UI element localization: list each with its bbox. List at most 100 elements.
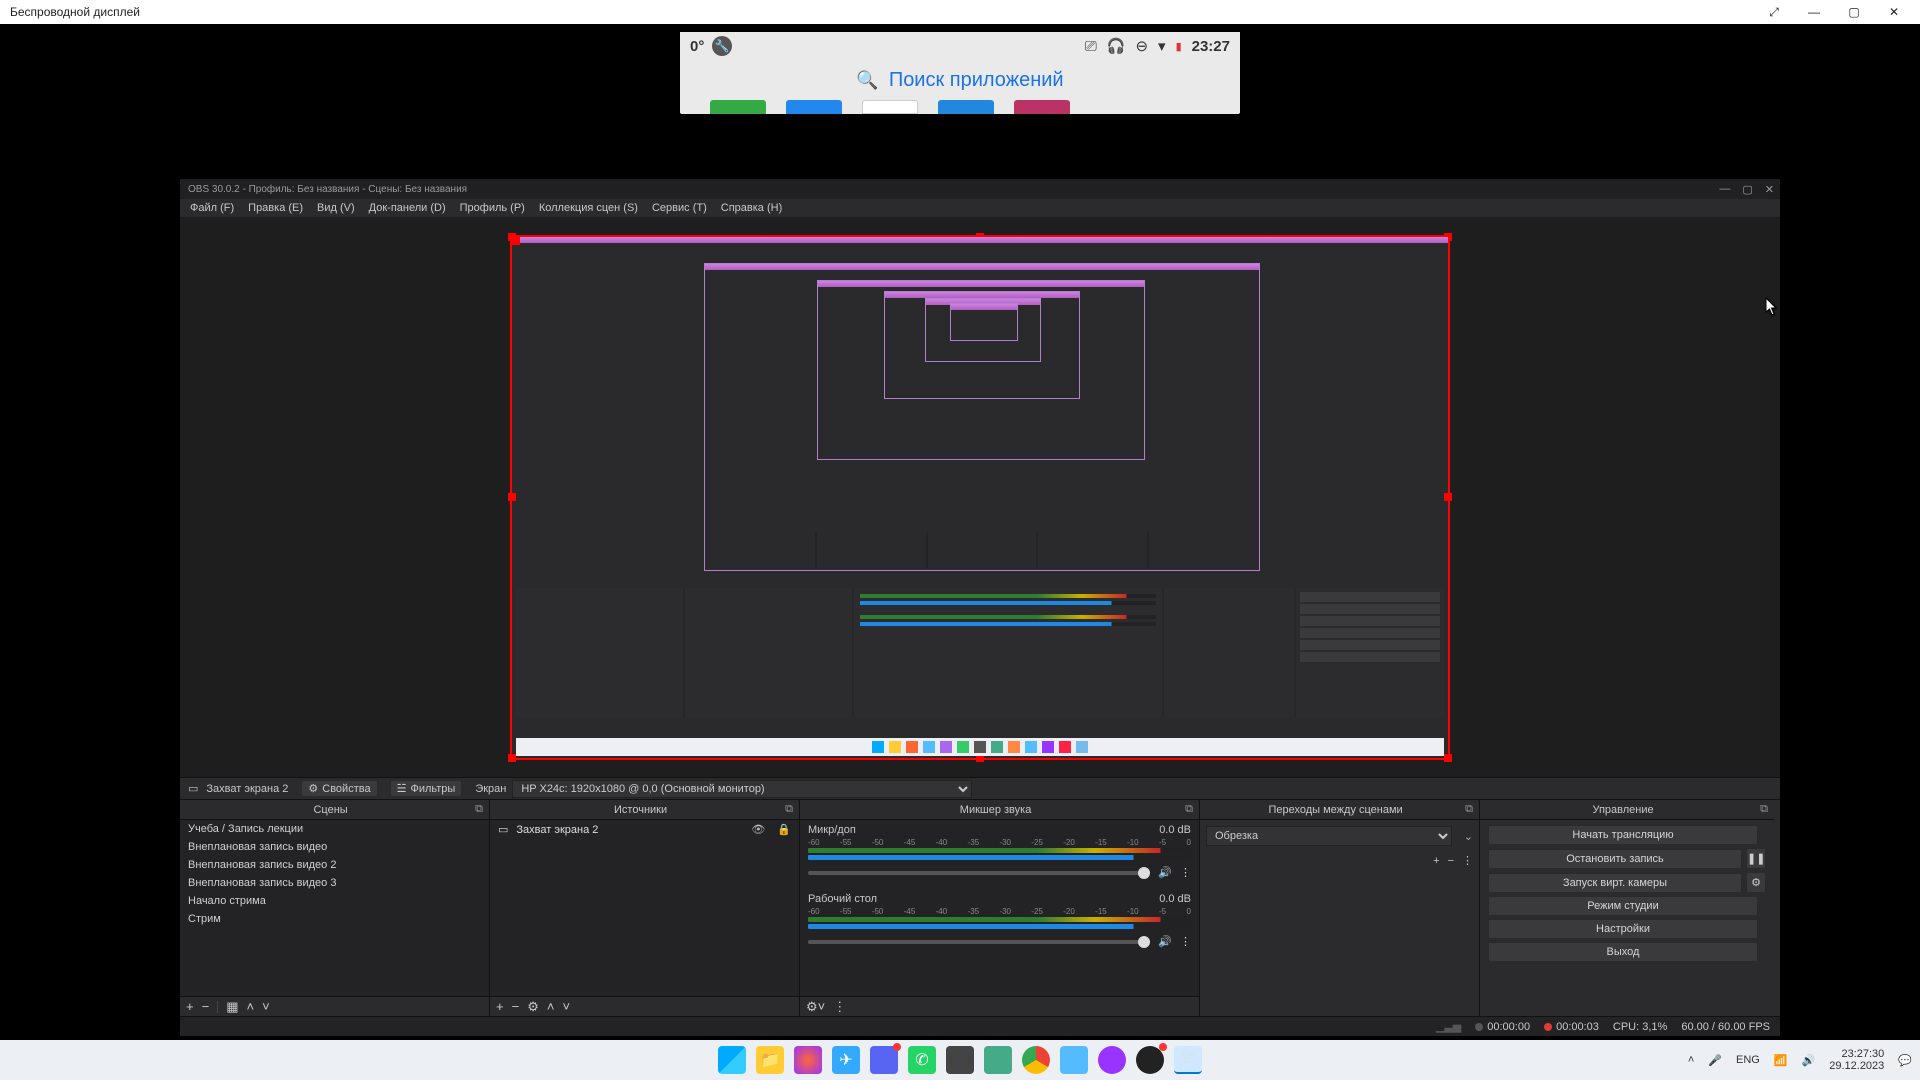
- mixer-settings-button[interactable]: ⚙˅: [806, 999, 825, 1015]
- app-icon[interactable]: [1014, 100, 1070, 114]
- selected-source-bounds[interactable]: [510, 235, 1450, 760]
- maximize-icon[interactable]: ▢: [1834, 5, 1874, 20]
- discord-icon[interactable]: [870, 1046, 898, 1074]
- menu-edit[interactable]: Правка (E): [248, 202, 303, 214]
- settings-button[interactable]: Настройки: [1488, 919, 1758, 939]
- minimize-icon[interactable]: —: [1794, 5, 1834, 20]
- menu-help[interactable]: Справка (H): [721, 202, 782, 214]
- close-icon[interactable]: ✕: [1874, 5, 1914, 20]
- scene-up-button[interactable]: ˄: [246, 999, 254, 1014]
- speaker-icon[interactable]: 🔊: [1158, 935, 1172, 948]
- dock-transitions: Переходы между сценами ⧉ Обрезка ⌄ + −: [1200, 800, 1480, 1016]
- studio-mode-button[interactable]: Режим студии: [1488, 896, 1758, 916]
- wrench-icon: 🔧: [712, 36, 732, 56]
- transition-props-icon[interactable]: ⌄: [1458, 830, 1479, 843]
- headphones-icon: 🎧: [1107, 37, 1126, 55]
- menu-docks[interactable]: Док-панели (D): [369, 202, 446, 214]
- app-icon[interactable]: [862, 100, 918, 114]
- phone-search-bar[interactable]: 🔍 Поиск приложений: [680, 60, 1240, 100]
- obs-minimize-icon[interactable]: —: [1719, 183, 1730, 196]
- app-icon[interactable]: [1060, 1046, 1088, 1074]
- add-source-button[interactable]: +: [496, 999, 504, 1014]
- screen-select[interactable]: HP X24c: 1920x1080 @ 0,0 (Основной монит…: [512, 780, 972, 798]
- transition-menu-button[interactable]: ⋮: [1462, 854, 1473, 867]
- app-icon[interactable]: [946, 1046, 974, 1074]
- menu-profile[interactable]: Профиль (P): [460, 202, 525, 214]
- mixer-menu-button[interactable]: ⋮: [833, 999, 846, 1015]
- source-item[interactable]: ▭ Захват экрана 2 👁 🔒: [490, 820, 799, 839]
- scene-item[interactable]: Начало стрима: [180, 892, 489, 910]
- dnd-icon: ⊖: [1135, 37, 1148, 55]
- mixer-menu-icon[interactable]: ⋮: [1180, 935, 1191, 948]
- filters-button[interactable]: ☱ Фильтры: [391, 781, 462, 796]
- scene-item[interactable]: Учеба / Запись лекции: [180, 820, 489, 838]
- source-up-button[interactable]: ˄: [547, 999, 555, 1014]
- obs-preview[interactable]: [180, 217, 1780, 777]
- cast-taskbar-icon[interactable]: ⎚: [1174, 1046, 1202, 1074]
- tray-volume-icon[interactable]: 🔊: [1802, 1054, 1816, 1067]
- dock-popout-icon[interactable]: ⧉: [475, 803, 483, 816]
- virtual-camera-settings-button[interactable]: ⚙: [1746, 872, 1766, 893]
- scene-item[interactable]: Внеплановая запись видео 3: [180, 874, 489, 892]
- dock-popout-icon[interactable]: ⧉: [785, 803, 793, 816]
- add-scene-button[interactable]: +: [186, 999, 194, 1014]
- scene-down-button[interactable]: ˅: [262, 999, 270, 1014]
- app-icon[interactable]: [984, 1046, 1012, 1074]
- dock-popout-icon[interactable]: ⧉: [1185, 803, 1193, 816]
- wifi-icon: ▾: [1158, 37, 1166, 55]
- properties-button[interactable]: ⚙ Свойства: [302, 781, 376, 796]
- pause-recording-button[interactable]: ❚❚: [1746, 848, 1766, 869]
- app-icon[interactable]: [786, 100, 842, 114]
- explorer-icon[interactable]: 📁: [756, 1046, 784, 1074]
- expand-icon[interactable]: ⤢: [1754, 5, 1794, 20]
- tray-notifications-icon[interactable]: 💬: [1898, 1054, 1912, 1067]
- source-settings-button[interactable]: ⚙: [527, 999, 539, 1015]
- mixer-menu-icon[interactable]: ⋮: [1180, 866, 1191, 879]
- menu-tools[interactable]: Сервис (T): [652, 202, 707, 214]
- exit-button[interactable]: Выход: [1488, 942, 1758, 962]
- speaker-icon[interactable]: 🔊: [1158, 866, 1172, 879]
- dock-transitions-title: Переходы между сценами: [1206, 804, 1465, 816]
- scene-item[interactable]: Внеплановая запись видео 2: [180, 856, 489, 874]
- tray-mic-icon[interactable]: 🎤: [1708, 1054, 1722, 1067]
- dock-popout-icon[interactable]: ⧉: [1465, 803, 1473, 816]
- add-transition-button[interactable]: +: [1433, 855, 1439, 867]
- remove-source-button[interactable]: −: [512, 999, 520, 1014]
- start-virtual-camera-button[interactable]: Запуск вирт. камеры: [1488, 873, 1742, 893]
- telegram-icon[interactable]: ✈: [832, 1046, 860, 1074]
- source-down-button[interactable]: ˅: [562, 999, 570, 1014]
- obs-close-icon[interactable]: ✕: [1765, 183, 1774, 196]
- remove-transition-button[interactable]: −: [1448, 855, 1454, 867]
- start-button[interactable]: [718, 1046, 746, 1074]
- obs-taskbar-icon[interactable]: [1136, 1046, 1164, 1074]
- start-streaming-button[interactable]: Начать трансляцию: [1488, 825, 1758, 845]
- phone-status-bar: 0° 🔧 ⎚ 🎧 ⊖ ▾ ▮ 23:27: [680, 32, 1240, 60]
- remove-scene-button[interactable]: −: [202, 999, 210, 1014]
- menu-file[interactable]: Файл (F): [190, 202, 234, 214]
- scene-filter-button[interactable]: ▦: [226, 999, 238, 1015]
- scene-item[interactable]: Стрим: [180, 910, 489, 928]
- app-icon[interactable]: [1098, 1046, 1126, 1074]
- transition-select[interactable]: Обрезка: [1206, 826, 1452, 846]
- lock-toggle-icon[interactable]: 🔒: [777, 823, 791, 836]
- menu-view[interactable]: Вид (V): [317, 202, 355, 214]
- obs-maximize-icon[interactable]: ▢: [1742, 183, 1752, 196]
- firefox-icon[interactable]: [794, 1046, 822, 1074]
- scene-item[interactable]: Внеплановая запись видео: [180, 838, 489, 856]
- app-icon[interactable]: [938, 100, 994, 114]
- dock-mixer: Микшер звука ⧉ Микр/доп 0.0 dB -60-55-50…: [800, 800, 1200, 1016]
- tray-chevron-icon[interactable]: ˄: [1688, 1054, 1694, 1066]
- menu-scenes[interactable]: Коллекция сцен (S): [539, 202, 638, 214]
- mixer-volume-slider[interactable]: [808, 940, 1150, 944]
- mixer-volume-slider[interactable]: [808, 871, 1150, 875]
- visibility-toggle-icon[interactable]: 👁: [751, 823, 765, 836]
- tray-clock[interactable]: 23:27:30 29.12.2023: [1829, 1048, 1884, 1072]
- whatsapp-icon[interactable]: ✆: [908, 1046, 936, 1074]
- stop-recording-button[interactable]: Остановить запись: [1488, 849, 1742, 869]
- tray-language[interactable]: ENG: [1736, 1054, 1760, 1066]
- app-icon[interactable]: [710, 100, 766, 114]
- phone-clock: 23:27: [1192, 38, 1230, 55]
- dock-popout-icon[interactable]: ⧉: [1760, 803, 1768, 816]
- chrome-icon[interactable]: [1022, 1046, 1050, 1074]
- tray-wifi-icon[interactable]: 📶: [1774, 1054, 1788, 1067]
